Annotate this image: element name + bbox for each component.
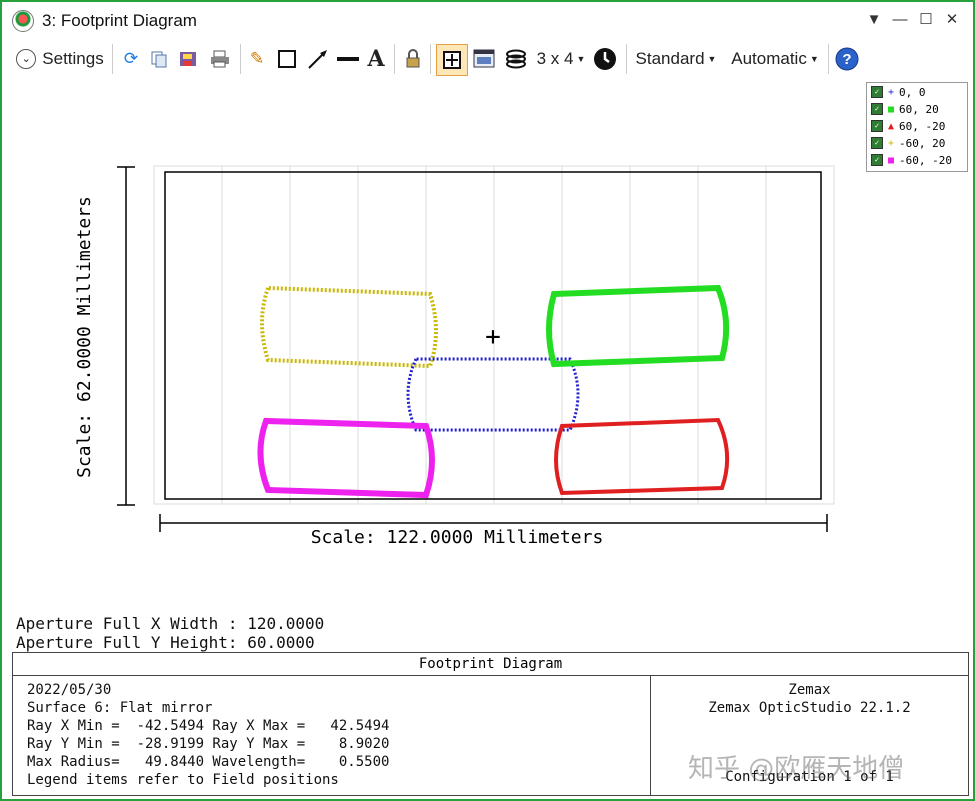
info-company: Zemax [788, 682, 831, 698]
info-product: Zemax OpticStudio 22.1.2 [708, 700, 911, 716]
info-details: 2022/05/30 Surface 6: Flat mirror Ray X … [27, 681, 389, 789]
info-max-radius: Max Radius= 49.8440 Wavelength= 0.5500 [27, 754, 390, 770]
aperture-y-height: Aperture Full Y Height: 60.0000 [16, 633, 315, 652]
aperture-x-width: Aperture Full X Width : 120.0000 [16, 614, 325, 633]
footprint-window: 3: Footprint Diagram ▼ — ☐ ✕ ⌄ Settings … [0, 0, 975, 801]
info-legend-note: Legend items refer to Field positions [27, 772, 339, 788]
center-marker: + [485, 322, 501, 352]
info-title: Footprint Diagram [13, 653, 968, 676]
info-surface: Surface 6: Flat mirror [27, 700, 213, 716]
info-company-block: Zemax Zemax OpticStudio 22.1.2 [651, 681, 968, 717]
footprint-plot: + Scale: 62.0000 Millimeters Scale: 122.… [74, 165, 835, 548]
x-scale-label: Scale: 122.0000 Millimeters [311, 527, 604, 548]
info-date: 2022/05/30 [27, 682, 112, 698]
y-scale-label: Scale: 62.0000 Millimeters [74, 196, 95, 478]
watermark: 知乎 @欧雁天地僧 [688, 754, 905, 784]
info-ray-x: Ray X Min = -42.5494 Ray X Max = 42.5494 [27, 718, 390, 734]
y-scale-bar [117, 166, 135, 506]
info-ray-y: Ray Y Min = -28.9199 Ray Y Max = 8.9020 [27, 736, 390, 752]
